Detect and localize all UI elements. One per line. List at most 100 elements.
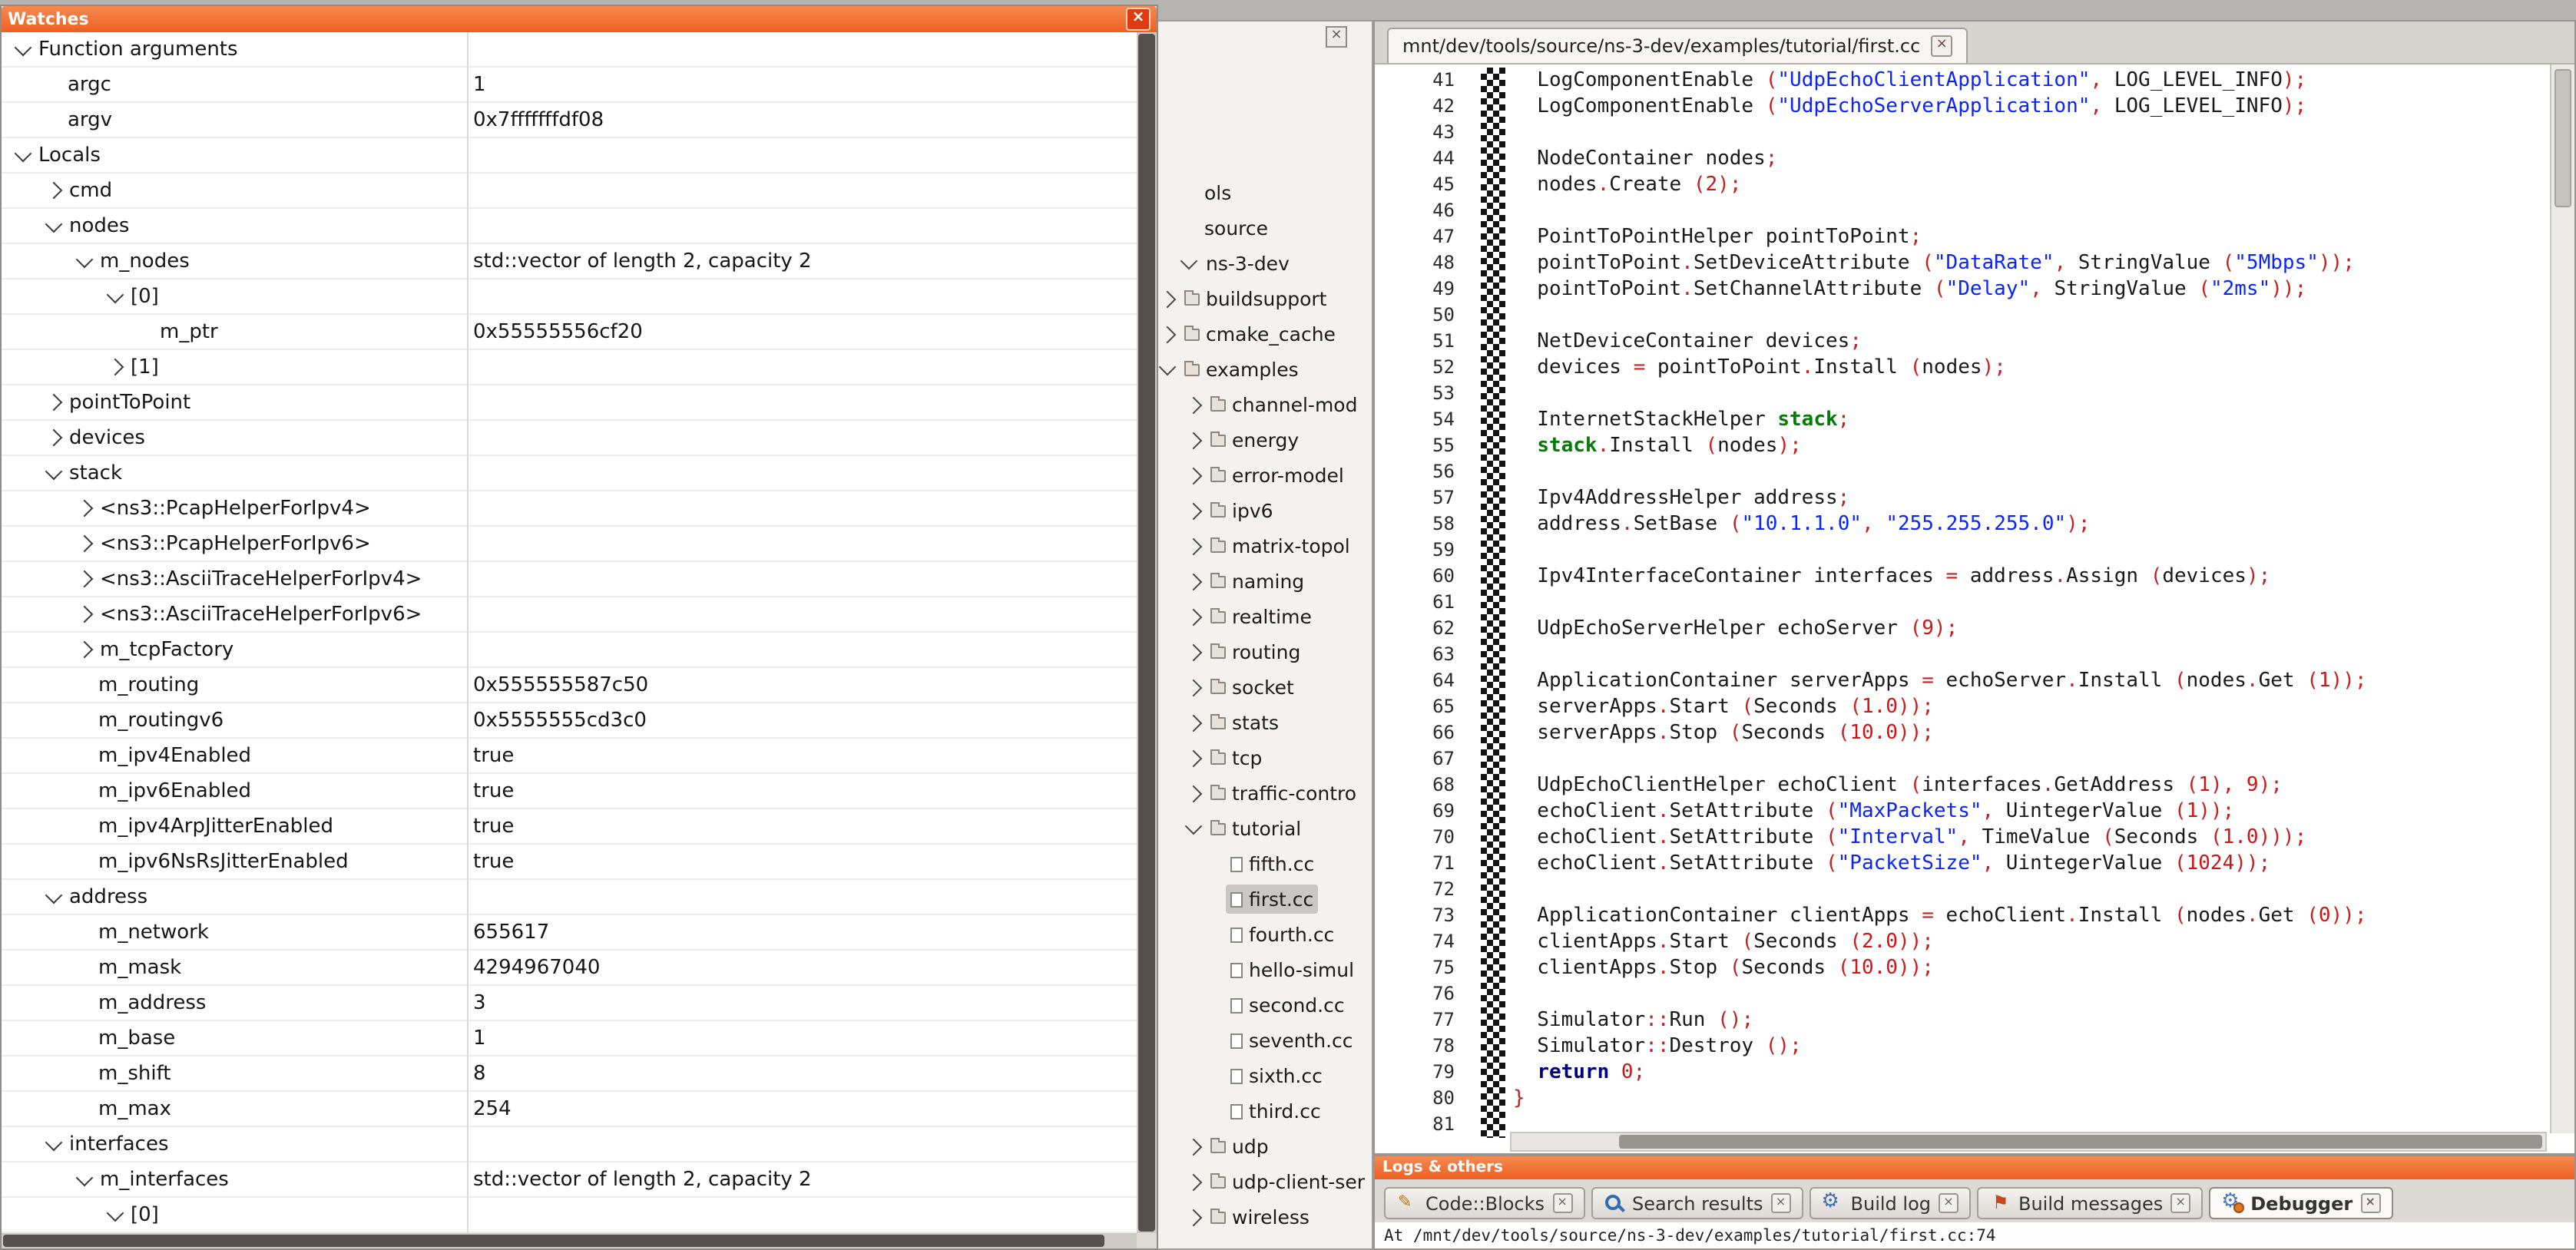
line-number[interactable]: 68 xyxy=(1375,772,1462,799)
code-line-45[interactable]: 45 nodes.Create (2); xyxy=(1375,172,2574,198)
chevron-down-icon[interactable] xyxy=(45,215,63,233)
tab-debugger[interactable]: Debugger× xyxy=(2209,1187,2392,1219)
chevron-down-icon[interactable] xyxy=(1159,359,1177,376)
line-number[interactable]: 44 xyxy=(1375,146,1462,172)
tree-item-ipv6[interactable]: ipv6 xyxy=(1157,493,1372,528)
watches-titlebar[interactable]: Watches × xyxy=(2,6,1157,32)
watch-row-m-nodes[interactable]: m_nodesstd::vector of length 2, capacity… xyxy=(2,244,1137,279)
tab-search-results[interactable]: Search results× xyxy=(1591,1187,1803,1219)
gutter-cell[interactable] xyxy=(1462,250,1505,276)
gutter-cell[interactable] xyxy=(1462,407,1505,433)
code-line-67[interactable]: 67 xyxy=(1375,746,2574,772)
gutter-cell[interactable] xyxy=(1462,642,1505,668)
watch-row-m-routingv6[interactable]: m_routingv60x5555555cd3c0 xyxy=(2,703,1137,739)
watch-row-interfaces[interactable]: interfaces xyxy=(2,1127,1137,1162)
line-number[interactable]: 70 xyxy=(1375,825,1462,851)
gutter-cell[interactable] xyxy=(1462,772,1505,799)
tree-item-third-cc[interactable]: third.cc xyxy=(1157,1093,1372,1129)
gutter-cell[interactable] xyxy=(1462,590,1505,616)
line-number[interactable]: 76 xyxy=(1375,981,1462,1007)
line-number[interactable]: 54 xyxy=(1375,407,1462,433)
code-line-76[interactable]: 76 xyxy=(1375,981,2574,1007)
tree-item-cmake-cache[interactable]: cmake_cache xyxy=(1157,316,1372,352)
watch-row-m-address[interactable]: m_address3 xyxy=(2,986,1137,1021)
code-line-61[interactable]: 61 xyxy=(1375,590,2574,616)
code-line-72[interactable]: 72 xyxy=(1375,877,2574,903)
watch-row-m-network[interactable]: m_network655617 xyxy=(2,915,1137,951)
code-line-75[interactable]: 75 clientApps.Stop (Seconds (10.0)); xyxy=(1375,955,2574,981)
chevron-right-icon[interactable] xyxy=(45,394,63,412)
close-icon[interactable]: × xyxy=(1939,1193,1958,1213)
watch-row-m-routing[interactable]: m_routing0x555555587c50 xyxy=(2,668,1137,703)
chevron-right-icon[interactable] xyxy=(1185,679,1203,696)
code-line-60[interactable]: 60 Ipv4InterfaceContainer interfaces = a… xyxy=(1375,564,2574,590)
code-line-73[interactable]: 73 ApplicationContainer clientApps = ech… xyxy=(1375,903,2574,929)
gutter-cell[interactable] xyxy=(1462,668,1505,694)
close-icon[interactable]: × xyxy=(1771,1193,1791,1213)
watch-row-argv[interactable]: argv0x7fffffffdf08 xyxy=(2,103,1137,138)
watch-row-m-ipv4arpjitterenabled[interactable]: m_ipv4ArpJitterEnabledtrue xyxy=(2,809,1137,845)
gutter-cell[interactable] xyxy=(1462,1060,1505,1086)
watch-row-pointtopoint[interactable]: pointToPoint xyxy=(2,385,1137,421)
watch-row-ns3-asciitracehelperforipv6[interactable]: <ns3::AsciiTraceHelperForIpv6> xyxy=(2,597,1137,633)
line-number[interactable]: 41 xyxy=(1375,68,1462,94)
watch-row-m-ipv6enabled[interactable]: m_ipv6Enabledtrue xyxy=(2,774,1137,809)
tree-item-naming[interactable]: naming xyxy=(1157,564,1372,599)
close-icon[interactable]: × xyxy=(1326,26,1347,48)
watch-row-locals[interactable]: Locals xyxy=(2,138,1137,174)
watch-row-devices[interactable]: devices xyxy=(2,421,1137,456)
tree-item-tcp[interactable]: tcp xyxy=(1157,740,1372,775)
code-line-69[interactable]: 69 echoClient.SetAttribute ("MaxPackets"… xyxy=(1375,799,2574,825)
code-line-44[interactable]: 44 NodeContainer nodes; xyxy=(1375,146,2574,172)
tree-item-socket[interactable]: socket xyxy=(1157,670,1372,705)
tab-code-blocks[interactable]: Code::Blocks× xyxy=(1384,1187,1584,1219)
chevron-down-icon[interactable] xyxy=(76,250,94,268)
code-line-66[interactable]: 66 serverApps.Stop (Seconds (10.0)); xyxy=(1375,720,2574,746)
chevron-right-icon[interactable] xyxy=(1159,290,1177,308)
scrollbar-thumb[interactable] xyxy=(1138,34,1155,1232)
scrollbar-thumb[interactable] xyxy=(3,1235,1104,1247)
watch-row-argc[interactable]: argc1 xyxy=(2,68,1137,103)
code-line-65[interactable]: 65 serverApps.Start (Seconds (1.0)); xyxy=(1375,694,2574,720)
chevron-right-icon[interactable] xyxy=(45,182,63,200)
gutter-cell[interactable] xyxy=(1462,616,1505,642)
tree-item-fifth-cc[interactable]: fifth.cc xyxy=(1157,846,1372,881)
line-number[interactable]: 79 xyxy=(1375,1060,1462,1086)
chevron-right-icon[interactable] xyxy=(76,641,94,659)
code-line-55[interactable]: 55 stack.Install (nodes); xyxy=(1375,433,2574,459)
tree-item-udp[interactable]: udp xyxy=(1157,1129,1372,1164)
gutter-cell[interactable] xyxy=(1462,537,1505,564)
close-icon[interactable]: × xyxy=(1552,1193,1572,1213)
code-line-47[interactable]: 47 PointToPointHelper pointToPoint; xyxy=(1375,224,2574,250)
chevron-down-icon[interactable] xyxy=(1185,818,1203,835)
gutter-cell[interactable] xyxy=(1462,1112,1505,1138)
tree-item-matrix-topol[interactable]: matrix-topol xyxy=(1157,528,1372,564)
chevron-right-icon[interactable] xyxy=(1185,1173,1203,1191)
code-line-48[interactable]: 48 pointToPoint.SetDeviceAttribute ("Dat… xyxy=(1375,250,2574,276)
gutter-cell[interactable] xyxy=(1462,1086,1505,1112)
chevron-right-icon[interactable] xyxy=(1185,749,1203,767)
chevron-right-icon[interactable] xyxy=(45,429,63,447)
watch-row-0[interactable]: [0] xyxy=(2,1198,1137,1233)
tree-item-realtime[interactable]: realtime xyxy=(1157,599,1372,634)
gutter-cell[interactable] xyxy=(1462,720,1505,746)
line-number[interactable]: 73 xyxy=(1375,903,1462,929)
watch-row-1[interactable]: [1] xyxy=(2,350,1137,385)
watch-row-m-base[interactable]: m_base1 xyxy=(2,1021,1137,1057)
tree-item-energy[interactable]: energy xyxy=(1157,422,1372,458)
chevron-down-icon[interactable] xyxy=(76,1169,94,1186)
chevron-down-icon[interactable] xyxy=(1180,253,1198,270)
gutter-cell[interactable] xyxy=(1462,224,1505,250)
code-line-63[interactable]: 63 xyxy=(1375,642,2574,668)
watch-row-function-arguments[interactable]: Function arguments xyxy=(2,32,1137,68)
scrollbar-thumb[interactable] xyxy=(1619,1135,2542,1149)
horizontal-scrollbar-track[interactable] xyxy=(2,1233,1137,1248)
watch-row-nodes[interactable]: nodes xyxy=(2,209,1137,244)
line-number[interactable]: 66 xyxy=(1375,720,1462,746)
code-line-74[interactable]: 74 clientApps.Start (Seconds (2.0)); xyxy=(1375,929,2574,955)
tree-item-ols[interactable]: ols xyxy=(1157,175,1372,210)
watch-row-cmd[interactable]: cmd xyxy=(2,174,1137,209)
tree-item-udp-client-ser[interactable]: udp-client-ser xyxy=(1157,1164,1372,1199)
tab-build-log[interactable]: Build log× xyxy=(1809,1187,1971,1219)
line-number[interactable]: 69 xyxy=(1375,799,1462,825)
